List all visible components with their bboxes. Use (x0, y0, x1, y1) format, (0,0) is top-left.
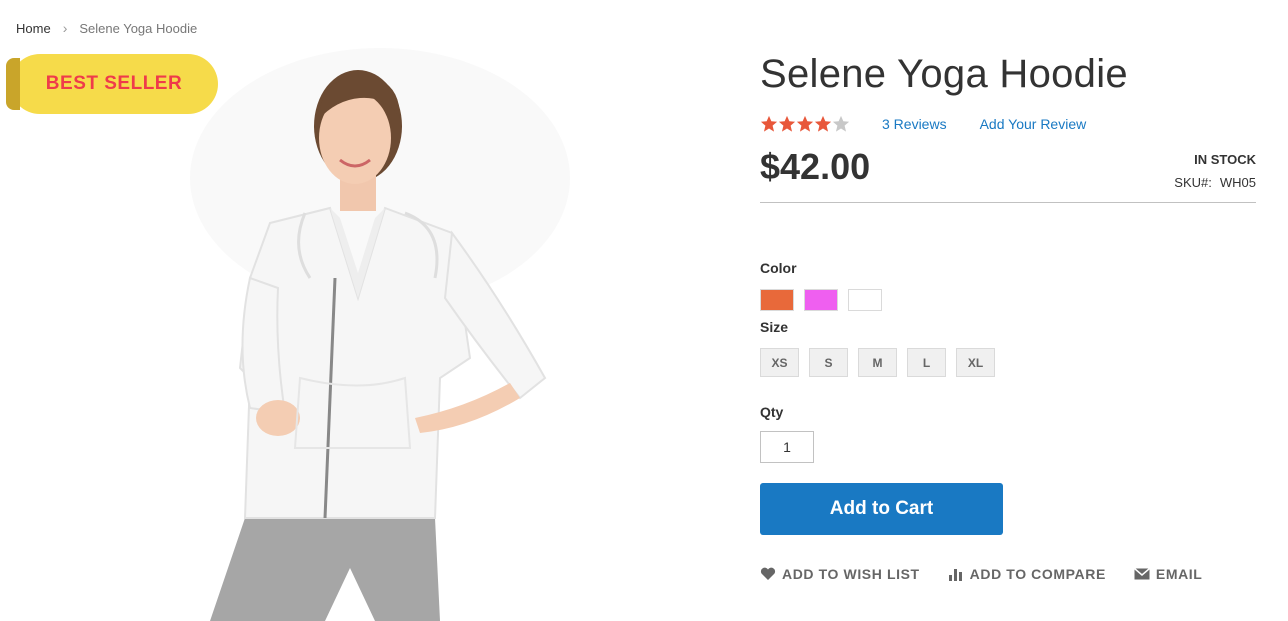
compare-bars-icon (948, 569, 962, 581)
best-seller-badge-text: BEST SELLER (45, 73, 183, 94)
product-rating: 3 Reviews Add Your Review (760, 115, 1086, 133)
add-to-wishlist-link[interactable]: ADD TO WISH LIST (760, 566, 920, 582)
product-image[interactable] (190, 48, 580, 621)
heart-icon (760, 567, 776, 580)
color-swatches (760, 289, 882, 311)
star-filled-icon (760, 115, 778, 132)
qty-input[interactable] (760, 431, 814, 463)
best-seller-badge: BEST SELLER (6, 54, 218, 114)
add-to-wishlist-label: ADD TO WISH LIST (782, 566, 920, 582)
product-price: $42.00 (760, 146, 871, 187)
star-filled-icon (814, 115, 832, 132)
product-sku: SKU#: WH05 (1174, 175, 1256, 190)
product-title: Selene Yoga Hoodie (760, 52, 1128, 96)
breadcrumb-separator-icon: › (62, 20, 68, 36)
email-link[interactable]: EMAIL (1133, 566, 1203, 582)
qty-label: Qty (760, 404, 784, 420)
stock-status: IN STOCK (1194, 152, 1256, 167)
star-empty-icon (832, 115, 850, 132)
color-swatch-pink[interactable] (804, 289, 838, 311)
size-option-l[interactable]: L (907, 348, 946, 377)
envelope-icon (1133, 568, 1150, 580)
add-to-cart-button[interactable]: Add to Cart (760, 483, 1003, 535)
color-swatch-orange[interactable] (760, 289, 794, 311)
email-label: EMAIL (1155, 566, 1203, 582)
breadcrumb-current: Selene Yoga Hoodie (79, 20, 198, 36)
product-media: BEST SELLER (0, 48, 720, 621)
sku-value: WH05 (1219, 175, 1256, 190)
size-option-xl[interactable]: XL (956, 348, 995, 377)
color-label: Color (760, 260, 797, 276)
size-option-m[interactable]: M (858, 348, 897, 377)
product-actions: ADD TO WISH LIST ADD TO COMPARE EMAIL (760, 566, 1230, 582)
breadcrumb: Home › Selene Yoga Hoodie (16, 20, 197, 36)
star-filled-icon (796, 115, 814, 132)
add-to-compare-label: ADD TO COMPARE (969, 566, 1106, 582)
star-filled-icon (778, 115, 796, 132)
add-to-compare-link[interactable]: ADD TO COMPARE (948, 566, 1106, 582)
divider (760, 202, 1256, 203)
reviews-link[interactable]: 3 Reviews (882, 116, 947, 132)
size-option-xs[interactable]: XS (760, 348, 799, 377)
sku-label: SKU#: (1174, 175, 1212, 190)
rating-stars (760, 115, 850, 133)
add-review-link[interactable]: Add Your Review (980, 116, 1087, 132)
breadcrumb-home-link[interactable]: Home (16, 21, 51, 36)
size-option-s[interactable]: S (809, 348, 848, 377)
size-label: Size (760, 319, 789, 335)
color-swatch-white[interactable] (848, 289, 882, 311)
size-options: XS S M L XL (760, 348, 995, 377)
